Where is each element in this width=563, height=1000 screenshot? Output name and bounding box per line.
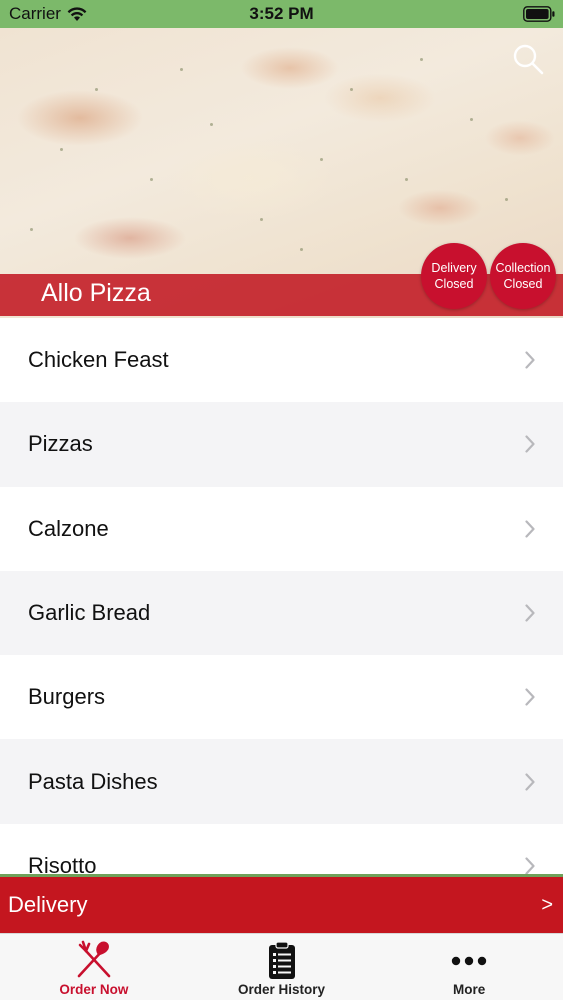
store-header-image: Allo Pizza Delivery Closed Collection Cl… [0,28,563,318]
menu-item-label: Burgers [28,684,106,710]
chevron-right-icon [525,435,535,454]
menu-item-risotto[interactable]: Risotto [0,823,563,874]
order-mode-arrow: > [541,894,553,916]
delivery-status-badge: Delivery Closed [421,243,487,309]
search-icon[interactable] [511,42,545,76]
menu-category-list[interactable]: Chicken Feast Pizzas Calzone Garlic Brea… [0,318,563,874]
menu-item-pasta-dishes[interactable]: Pasta Dishes [0,739,563,824]
delivery-status-label: Delivery [431,261,477,275]
menu-item-label: Calzone [28,515,109,541]
collection-status-value: Closed [503,277,543,291]
chevron-right-icon [525,604,535,622]
fork-knife-icon [77,940,111,978]
battery-icon [523,6,555,22]
chevron-right-icon [525,773,535,791]
store-name: Allo Pizza [41,279,151,307]
more-dots-icon [451,956,487,966]
collection-status-label: Collection [495,261,551,275]
chevron-right-icon [525,857,535,874]
delivery-status-value: Closed [434,277,474,291]
clipboard-list-icon [268,941,295,979]
menu-item-label: Chicken Feast [28,347,169,373]
menu-item-garlic-bread[interactable]: Garlic Bread [0,570,563,656]
tab-order-now[interactable]: Order Now [0,934,188,1000]
tab-label: Order Now [59,982,129,997]
menu-item-label: Pasta Dishes [28,768,158,794]
menu-item-calzone[interactable]: Calzone [0,486,563,571]
tab-more[interactable]: More [375,934,563,1000]
menu-item-label: Risotto [28,852,97,874]
order-mode-label: Delivery [8,892,88,917]
clock: 3:52 PM [249,4,314,23]
tab-label: Order History [237,982,326,997]
menu-item-burgers[interactable]: Burgers [0,655,563,740]
tab-order-history[interactable]: Order History [188,934,376,1000]
menu-item-pizzas[interactable]: Pizzas [0,402,563,487]
menu-item-chicken-feast[interactable]: Chicken Feast [0,318,563,403]
status-bar: Carrier 3:52 PM [0,0,563,28]
chevron-right-icon [525,520,535,538]
tab-label: More [453,982,486,997]
chevron-right-icon [525,688,535,706]
collection-status-badge: Collection Closed [490,243,556,309]
menu-item-label: Garlic Bread [28,600,151,626]
menu-item-label: Pizzas [28,431,93,457]
order-mode-bar[interactable]: Delivery > [0,874,563,933]
chevron-right-icon [525,351,535,369]
tab-bar: Order Now Order History More [0,933,563,1000]
